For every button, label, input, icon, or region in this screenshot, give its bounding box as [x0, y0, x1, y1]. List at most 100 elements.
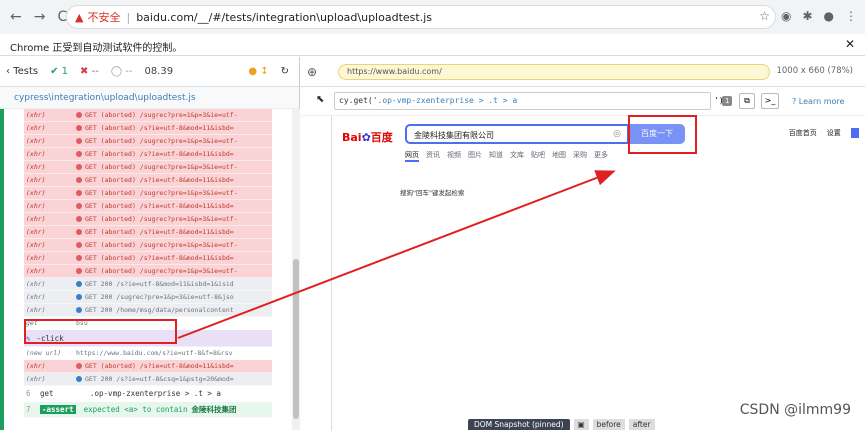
command-row[interactable]: (xhr) GET (aborted) /s?ie=utf-8&mod=11&is… — [24, 200, 272, 213]
snapshot-highlight-icon[interactable]: ▣ — [573, 419, 589, 430]
tab-video[interactable]: 视频 — [447, 150, 461, 162]
target-icon[interactable]: ⊕ — [301, 65, 323, 79]
camera-icon[interactable]: ◎ — [613, 129, 621, 139]
warning-icon[interactable]: ▲ — [75, 11, 83, 24]
snapshot-label: DOM Snapshot (pinned) — [468, 419, 570, 430]
command-label: (xhr) — [26, 111, 46, 119]
restart-icon[interactable]: ↻ — [281, 66, 289, 77]
menu-icon[interactable]: ⋮ — [845, 9, 857, 23]
command-label: (xhr) — [26, 137, 46, 145]
command-text: GET (aborted) /s?ie=utf-8&mod=11&isbd= — [85, 150, 234, 158]
failed-count: ✖ -- — [80, 66, 99, 77]
status-dot-icon — [76, 164, 82, 170]
status-dot-icon — [76, 190, 82, 196]
failed-value: -- — [91, 66, 99, 77]
aut-url[interactable]: https://www.baidu.com/ — [338, 64, 770, 80]
command-row[interactable]: (xhr) GET (aborted) /s?ie=utf-8&mod=11&is… — [24, 174, 272, 187]
command-scrollbar[interactable] — [292, 109, 300, 430]
command-row[interactable]: (xhr) GET (aborted) /sugrec?pre=1&p=3&ie=… — [24, 161, 272, 174]
command-row[interactable]: (xhr) GET (aborted) /sugrec?pre=1&p=3&ie=… — [24, 239, 272, 252]
console-icon[interactable]: >_ — [761, 93, 779, 109]
tab-images[interactable]: 图片 — [468, 150, 482, 162]
close-icon[interactable]: ✕ — [845, 37, 855, 51]
selector-icon[interactable]: ⬉ — [316, 94, 324, 105]
command-row[interactable]: (xhr) GET (aborted) /sugrec?pre=1&p=3&ie=… — [24, 135, 272, 148]
status-dot-icon — [76, 281, 82, 287]
search-input[interactable]: 金陵科技集团有限公司 ◎ — [405, 124, 629, 144]
status-dot-icon — [76, 151, 82, 157]
status-dot-icon — [76, 307, 82, 313]
command-text: GET (aborted) /sugrec?pre=1&p=3&ie=utf- — [85, 163, 238, 171]
command-row[interactable]: (xhr) GET (aborted) /s?ie=utf-8&mod=11&is… — [24, 252, 272, 265]
tab-purchase[interactable]: 采购 — [573, 150, 587, 162]
command-row[interactable]: (xhr) GET (aborted) /sugrec?pre=1&p=3&ie=… — [24, 187, 272, 200]
command-text: GET (aborted) /sugrec?pre=1&p=3&ie=utf- — [85, 137, 238, 145]
profile-icon[interactable]: ● — [824, 9, 834, 23]
tab-more[interactable]: 更多 — [594, 150, 608, 162]
back-icon[interactable]: ← — [10, 9, 22, 25]
star-icon[interactable]: ☆ — [759, 9, 770, 23]
security-label[interactable]: 不安全 — [87, 9, 120, 25]
command-label: (xhr) — [26, 362, 46, 370]
tab-news[interactable]: 资讯 — [426, 150, 440, 162]
login-button[interactable] — [850, 128, 859, 138]
tab-wenku[interactable]: 文库 — [510, 150, 524, 162]
tests-button[interactable]: ‹ Tests — [6, 66, 38, 77]
nav-home[interactable]: 百度首页 — [789, 128, 817, 138]
command-row[interactable]: (xhr) GET 200 /s?ie=utf-8&csq=1&pstg=20&m… — [24, 373, 272, 386]
puzzle-icon[interactable]: ✱ — [802, 9, 812, 23]
nav-buttons: ← → C — [0, 9, 67, 25]
tab-zhidao[interactable]: 知道 — [489, 150, 503, 162]
baidu-logo[interactable]: Bai✿百度 — [342, 129, 393, 145]
status-dot-icon — [76, 363, 82, 369]
command-log: (xhr) GET (aborted) /sugrec?pre=1&p=3&ie=… — [24, 109, 272, 430]
viewport-size: 1000 x 660 — [776, 66, 825, 76]
running-indicator-icon[interactable]: ● ↕ — [248, 66, 268, 77]
command-row[interactable]: (xhr) GET (aborted) /sugrec?pre=1&p=3&ie=… — [24, 213, 272, 226]
command-row-step7[interactable]: 7 -assert expected <a> to contain 金陵科技集团 — [24, 402, 272, 418]
tab-web[interactable]: 网页 — [405, 150, 419, 162]
top-nav: 百度首页 设置 — [789, 128, 859, 138]
scroll-thumb[interactable] — [293, 259, 299, 419]
pending-icon: ◯ — [110, 66, 123, 77]
step-number: 7 — [26, 405, 31, 414]
command-row[interactable]: (xhr) GET (aborted) /s?ie=utf-8&mod=11&is… — [24, 148, 272, 161]
command-row[interactable]: (xhr) GET (aborted) /s?ie=utf-8&mod=11&is… — [24, 122, 272, 135]
command-text: GET 200 /s?ie=utf-8&csq=1&pstg=20&mod= — [85, 375, 234, 383]
command-row[interactable]: (xhr) GET (aborted) /sugrec?pre=1&p=3&ie=… — [24, 109, 272, 122]
copy-icon[interactable]: ⧉ — [739, 93, 755, 109]
cross-icon: ✖ — [80, 66, 89, 77]
command-row[interactable]: (xhr) GET 200 /s?ie=utf-8&mod=11&isbd=1&i… — [24, 278, 272, 291]
forward-icon[interactable]: → — [34, 9, 46, 25]
address-bar[interactable]: ▲ 不安全 | baidu.com/__/#/tests/integration… — [66, 5, 776, 29]
command-row[interactable]: (xhr) GET (aborted) /s?ie=utf-8&mod=11&is… — [24, 226, 272, 239]
command-row-step6[interactable]: 6 get .op-vmp-zxenterprise > .t > a — [24, 386, 272, 402]
learn-more-link[interactable]: ? Learn more — [792, 97, 844, 106]
learn-more-label: Learn more — [798, 97, 845, 106]
extension-icon[interactable]: ◉ — [781, 9, 791, 23]
extension-icons: ☆ ◉ ✱ ● ⋮ — [759, 9, 857, 23]
command-label: (xhr) — [26, 150, 46, 158]
spec-path[interactable]: cypress\integration\upload\uploadtest.js — [0, 87, 299, 109]
command-label: (xhr) — [26, 241, 46, 249]
command-row[interactable]: (xhr) GET (aborted) /s?ie=utf-8&mod=11&is… — [24, 360, 272, 373]
selector-input[interactable]: cy.get('.op-vmp-zxenterprise > .t > a — [334, 92, 711, 110]
after-button[interactable]: after — [628, 419, 655, 430]
reporter-panel: ‹ Tests ✔ 1 ✖ -- ◯ -- 08.39 ● ↕ ↻ cypres… — [0, 57, 300, 430]
command-row-new-url[interactable]: (new url) https://www.baidu.com/s?ie=utf-… — [24, 347, 272, 360]
url-text[interactable]: baidu.com/__/#/tests/integration\upload\… — [136, 11, 432, 24]
status-dot-icon — [76, 112, 82, 118]
command-label: (xhr) — [26, 280, 46, 288]
tab-map[interactable]: 地图 — [552, 150, 566, 162]
nav-settings[interactable]: 设置 — [827, 128, 841, 138]
logo-text: Bai — [342, 131, 362, 144]
command-row[interactable]: (xhr) GET 200 /home/msg/data/personalcont… — [24, 304, 272, 317]
command-row[interactable]: (xhr) GET (aborted) /sugrec?pre=1&p=3&ie=… — [24, 265, 272, 278]
command-row[interactable]: (xhr) GET 200 /sugrec?pre=1&p=3&ie=utf-8&… — [24, 291, 272, 304]
before-button[interactable]: before — [592, 419, 625, 430]
command-text: GET (aborted) /sugrec?pre=1&p=3&ie=utf- — [85, 241, 238, 249]
tab-tieba[interactable]: 贴吧 — [531, 150, 545, 162]
aut-viewport: Bai✿百度 金陵科技集团有限公司 ◎ 百度一下 百度首页 设置 网页 资讯 视频… — [301, 115, 865, 431]
assert-value: 金陵科技集团 — [191, 405, 237, 414]
aut-panel: ⊕ https://www.baidu.com/ 1000 x 660 (78%… — [301, 57, 865, 431]
